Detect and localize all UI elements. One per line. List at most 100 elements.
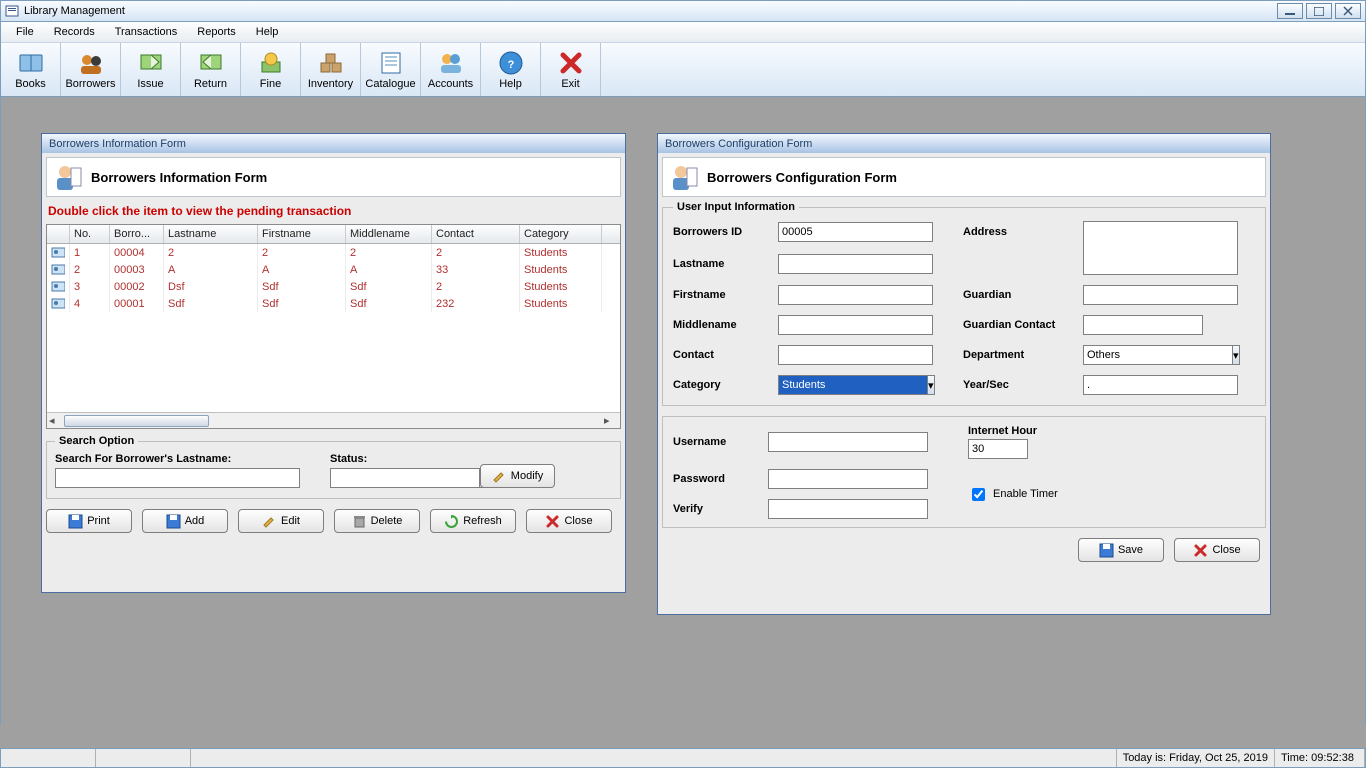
toolbar-label: Exit [561, 78, 579, 90]
edit-button[interactable]: Edit [238, 509, 324, 533]
statusbar: Today is: Friday, Oct 25, 2019 Time: 09:… [0, 748, 1366, 768]
table-row[interactable]: 1000042 222Students [47, 244, 620, 261]
toolbar-label: Issue [137, 78, 163, 90]
yearsec-input[interactable] [1083, 375, 1238, 395]
department-combo[interactable]: ▾ [1083, 345, 1238, 365]
username-input[interactable] [768, 432, 928, 452]
window-title-bar[interactable]: Borrowers Configuration Form [658, 134, 1270, 153]
col-no[interactable]: No. [70, 225, 110, 243]
lbl-enable-timer: Enable Timer [993, 488, 1058, 500]
chevron-down-icon[interactable]: ▾ [928, 375, 935, 395]
search-option-group: Search Option Search For Borrower's Last… [46, 435, 621, 499]
close-button-form1[interactable]: Close [526, 509, 612, 533]
window-title-bar[interactable]: Borrowers Information Form [42, 134, 625, 153]
verify-input[interactable] [768, 499, 928, 519]
toolbar-accounts[interactable]: Accounts [421, 43, 481, 96]
toolbar: Books Borrowers Issue Return Fine Invent… [1, 42, 1365, 97]
toolbar-return[interactable]: Return [181, 43, 241, 96]
lbl-category: Category [673, 379, 778, 391]
toolbar-issue[interactable]: Issue [121, 43, 181, 96]
scroll-right-icon[interactable]: ▸ [604, 414, 618, 428]
user-input-legend: User Input Information [673, 201, 799, 213]
password-input[interactable] [768, 469, 928, 489]
lbl-department: Department [963, 349, 1083, 361]
borrowers-config-window: Borrowers Configuration Form Borrowers C… [657, 133, 1271, 615]
trash-icon [352, 514, 367, 529]
lbl-middlename: Middlename [673, 319, 778, 331]
disk-icon [1099, 543, 1114, 558]
menu-reports[interactable]: Reports [188, 22, 245, 42]
book-icon [17, 49, 45, 77]
maximize-button[interactable] [1306, 3, 1332, 19]
borrowers-id-input[interactable] [778, 222, 933, 242]
col-lastname[interactable]: Lastname [164, 225, 258, 243]
add-button[interactable]: Add [142, 509, 228, 533]
exit-icon [557, 49, 585, 77]
delete-button[interactable]: Delete [334, 509, 420, 533]
category-combo[interactable]: ▾ [778, 375, 933, 395]
col-middlename[interactable]: Middlename [346, 225, 432, 243]
lbl-password: Password [673, 473, 768, 485]
toolbar-label: Fine [260, 78, 281, 90]
category-combo-input[interactable] [778, 375, 928, 395]
grid-horizontal-scrollbar[interactable]: ◂ ▸ [47, 412, 620, 428]
scroll-left-icon[interactable]: ◂ [49, 414, 63, 428]
print-button[interactable]: Print [46, 509, 132, 533]
table-row[interactable]: 400001Sdf SdfSdf232Students [47, 295, 620, 312]
accounts-icon [437, 49, 465, 77]
middlename-input[interactable] [778, 315, 933, 335]
menu-help[interactable]: Help [247, 22, 288, 42]
lbl-guardian: Guardian [963, 289, 1083, 301]
guardian-contact-input[interactable] [1083, 315, 1203, 335]
col-borrower-id[interactable]: Borro... [110, 225, 164, 243]
toolbar-inventory[interactable]: Inventory [301, 43, 361, 96]
col-contact[interactable]: Contact [432, 225, 520, 243]
table-row[interactable]: 200003A AA33Students [47, 261, 620, 278]
lastname-input[interactable] [778, 254, 933, 274]
minimize-button[interactable] [1277, 3, 1303, 19]
toolbar-label: Accounts [428, 78, 473, 90]
internet-hour-input[interactable] [968, 439, 1028, 459]
toolbar-borrowers[interactable]: Borrowers [61, 43, 121, 96]
contact-input[interactable] [778, 345, 933, 365]
guardian-input[interactable] [1083, 285, 1238, 305]
menu-records[interactable]: Records [45, 22, 104, 42]
toolbar-catalogue[interactable]: Catalogue [361, 43, 421, 96]
return-icon [197, 49, 225, 77]
catalogue-icon [377, 49, 405, 77]
modify-button[interactable]: Modify [480, 464, 555, 488]
enable-timer-checkbox[interactable] [972, 488, 985, 501]
lbl-verify: Verify [673, 503, 768, 515]
close-button-form2[interactable]: Close [1174, 538, 1260, 562]
toolbar-fine[interactable]: Fine [241, 43, 301, 96]
svg-text:?: ? [507, 59, 514, 71]
address-input[interactable] [1083, 221, 1238, 275]
search-legend: Search Option [55, 435, 138, 447]
toolbar-label: Inventory [308, 78, 353, 90]
chevron-down-icon[interactable]: ▾ [1233, 345, 1240, 365]
status-combo[interactable]: ▾ [330, 468, 450, 488]
toolbar-help[interactable]: ?Help [481, 43, 541, 96]
form-header: Borrowers Information Form [46, 157, 621, 197]
search-lastname-input[interactable] [55, 468, 300, 488]
refresh-button[interactable]: Refresh [430, 509, 516, 533]
status-label: Status: [330, 453, 450, 465]
issue-icon [137, 49, 165, 77]
menu-file[interactable]: File [7, 22, 43, 42]
menubar: File Records Transactions Reports Help [0, 22, 1366, 42]
col-firstname[interactable]: Firstname [258, 225, 346, 243]
menu-transactions[interactable]: Transactions [106, 22, 187, 42]
scroll-thumb[interactable] [64, 415, 209, 427]
table-row[interactable]: 300002Dsf SdfSdf2Students [47, 278, 620, 295]
save-button[interactable]: Save [1078, 538, 1164, 562]
borrower-icon [669, 162, 699, 192]
close-button[interactable] [1335, 3, 1361, 19]
toolbar-exit[interactable]: Exit [541, 43, 601, 96]
user-input-group: User Input Information Borrowers ID Addr… [662, 201, 1266, 406]
firstname-input[interactable] [778, 285, 933, 305]
col-category[interactable]: Category [520, 225, 602, 243]
toolbar-books[interactable]: Books [1, 43, 61, 96]
borrowers-grid[interactable]: No. Borro... Lastname Firstname Middlena… [46, 224, 621, 429]
status-combo-input[interactable] [330, 468, 480, 488]
department-combo-input[interactable] [1083, 345, 1233, 365]
